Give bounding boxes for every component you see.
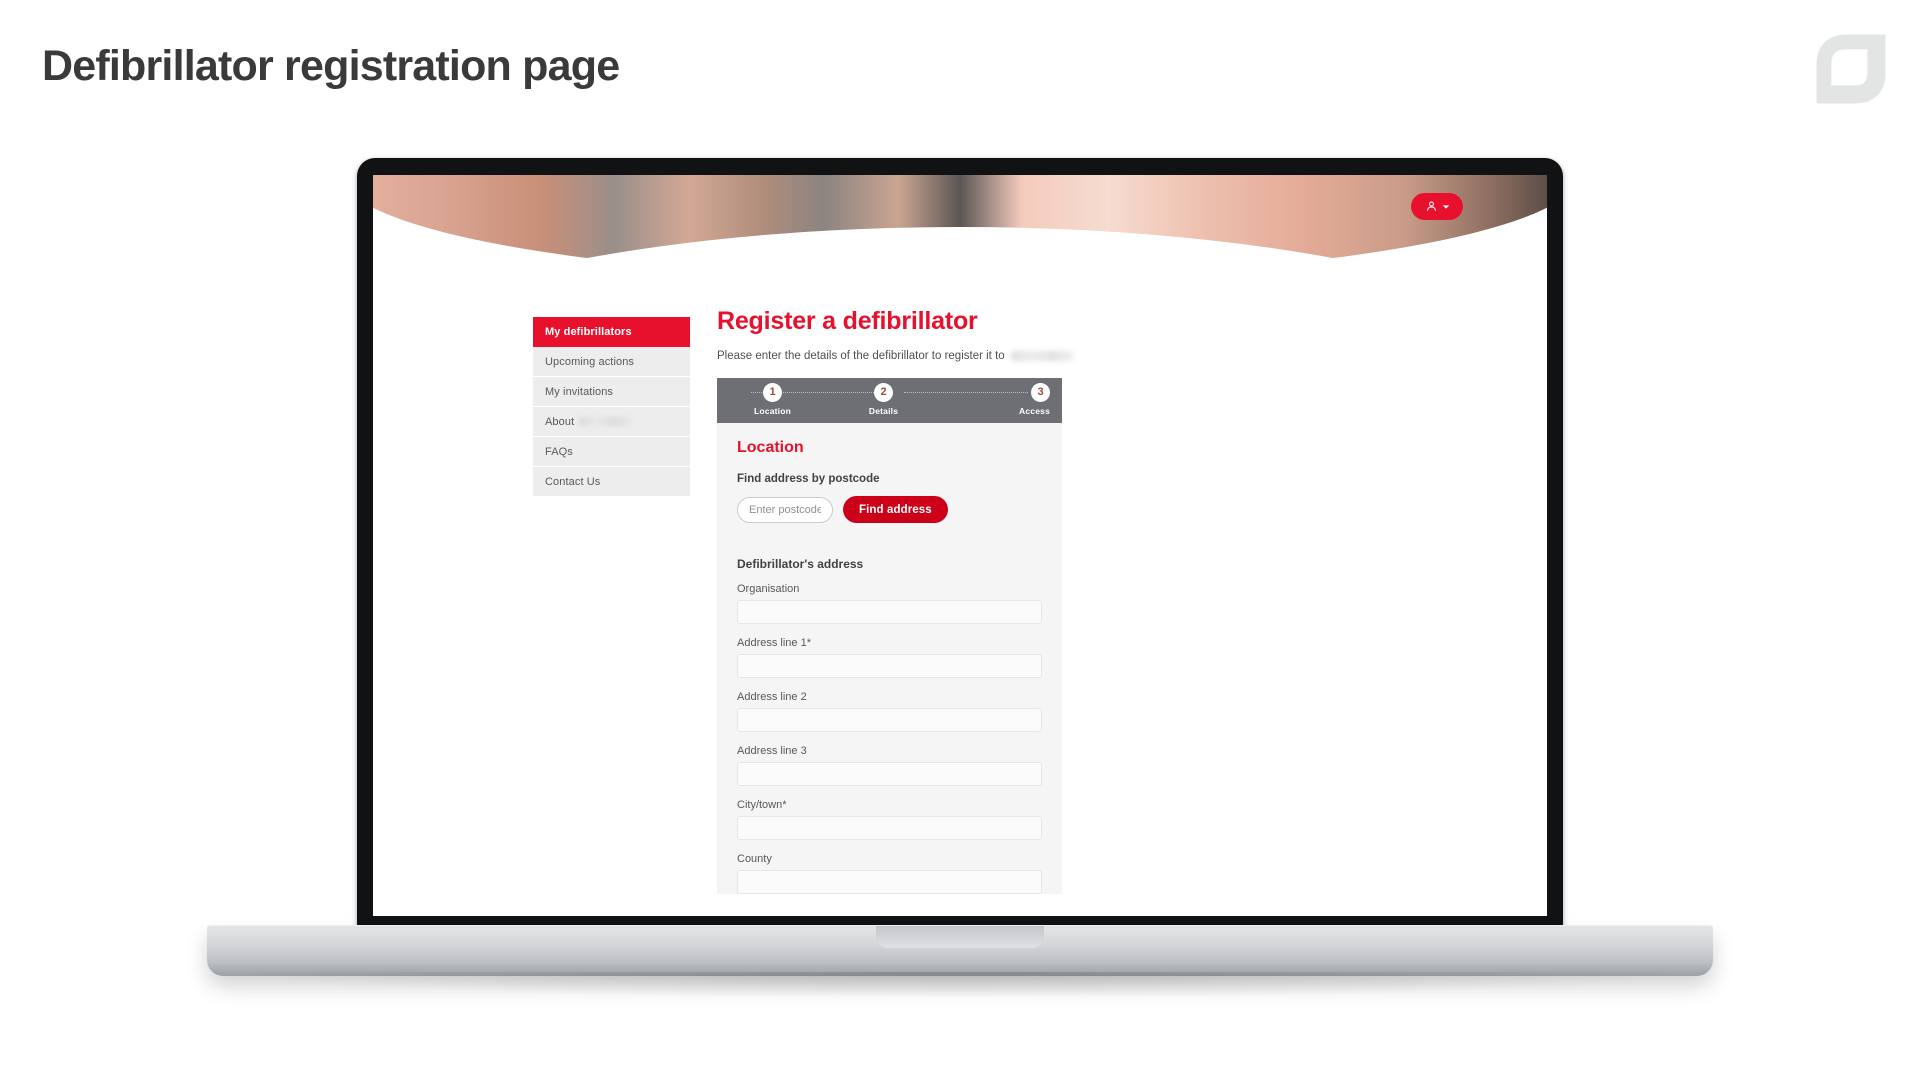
laptop-mockup: My defibrillators Upcoming actions My in… bbox=[0, 0, 1920, 1080]
browser-viewport: My defibrillators Upcoming actions My in… bbox=[373, 175, 1547, 916]
field-address-line-3: Address line 3 bbox=[737, 745, 1042, 786]
organisation-input[interactable] bbox=[737, 600, 1042, 624]
step-label: Location bbox=[753, 406, 791, 416]
postcode-lookup-heading: Find address by postcode bbox=[737, 473, 880, 485]
sidebar-item-label: Upcoming actions bbox=[545, 355, 635, 368]
field-label: Organisation bbox=[737, 583, 800, 595]
hero-banner-image bbox=[373, 175, 1547, 279]
postcode-lookup-row: Find address bbox=[737, 496, 1042, 523]
step-number: 2 bbox=[874, 383, 893, 402]
field-city-town: City/town* bbox=[737, 799, 1042, 840]
sidebar-item-label: FAQs bbox=[545, 445, 573, 458]
field-label: Address line 3 bbox=[737, 745, 807, 757]
sidebar-item-about[interactable]: About bbox=[533, 407, 690, 437]
city-town-input[interactable] bbox=[737, 816, 1042, 840]
sidebar-item-my-invitations[interactable]: My invitations bbox=[533, 377, 690, 407]
postcode-input[interactable] bbox=[737, 496, 833, 523]
redacted-text-blur bbox=[579, 417, 632, 426]
leaf-logo-icon bbox=[1810, 28, 1892, 110]
register-heading: Register a defibrillator bbox=[717, 307, 978, 335]
sidebar-item-label: About bbox=[545, 415, 575, 428]
field-label: Address line 2 bbox=[737, 691, 807, 703]
step-label: Details bbox=[868, 406, 899, 416]
sidebar-item-faqs[interactable]: FAQs bbox=[533, 437, 690, 467]
card-body: Location Find address by postcode Find a… bbox=[717, 423, 1062, 894]
field-address-line-1: Address line 1* bbox=[737, 637, 1042, 678]
progress-stepper: 1 Location 2 Details 3 Access bbox=[717, 378, 1062, 423]
account-menu-button[interactable] bbox=[1411, 193, 1463, 220]
laptop-display: My defibrillators Upcoming actions My in… bbox=[373, 175, 1547, 916]
stepper-step-access[interactable]: 3 Access bbox=[939, 378, 1062, 416]
field-county: County bbox=[737, 853, 1042, 894]
page-content: My defibrillators Upcoming actions My in… bbox=[373, 279, 1547, 916]
field-label: Address line 1* bbox=[737, 637, 811, 649]
sidebar-item-contact-us[interactable]: Contact Us bbox=[533, 467, 690, 497]
person-icon bbox=[1425, 200, 1438, 213]
field-organisation: Organisation bbox=[737, 583, 1042, 624]
sidebar-item-label: My invitations bbox=[545, 385, 614, 398]
location-section-title: Location bbox=[737, 439, 804, 456]
step-label: Access bbox=[1019, 406, 1050, 416]
stepper-step-location[interactable]: 1 Location bbox=[717, 378, 828, 416]
sidebar-nav: My defibrillators Upcoming actions My in… bbox=[533, 317, 690, 497]
field-address-line-2: Address line 2 bbox=[737, 691, 1042, 732]
registration-card: 1 Location 2 Details 3 Access Location F… bbox=[717, 378, 1062, 894]
laptop-shadow bbox=[248, 972, 1672, 998]
page-title: Defibrillator registration page bbox=[42, 42, 620, 90]
sidebar-item-label: Contact Us bbox=[545, 475, 601, 488]
address-line-3-input[interactable] bbox=[737, 762, 1042, 786]
field-label: City/town* bbox=[737, 799, 787, 811]
step-number: 1 bbox=[763, 383, 782, 402]
county-input[interactable] bbox=[737, 870, 1042, 894]
address-line-2-input[interactable] bbox=[737, 708, 1042, 732]
sidebar-item-my-defibrillators[interactable]: My defibrillators bbox=[533, 317, 690, 347]
slide-stage: Defibrillator registration page My defib… bbox=[0, 0, 1920, 1080]
step-number: 3 bbox=[1031, 383, 1050, 402]
laptop-screen-bezel: My defibrillators Upcoming actions My in… bbox=[357, 158, 1563, 930]
register-subtitle: Please enter the details of the defibril… bbox=[717, 350, 1137, 362]
main-content: Register a defibrillator Please enter th… bbox=[717, 307, 1137, 907]
field-label: County bbox=[737, 853, 772, 865]
chevron-down-icon bbox=[1442, 203, 1450, 211]
sidebar-item-label: My defibrillators bbox=[545, 326, 632, 338]
find-address-button[interactable]: Find address bbox=[843, 496, 948, 523]
address-section-title: Defibrillator's address bbox=[737, 557, 864, 571]
stepper-step-details[interactable]: 2 Details bbox=[828, 378, 939, 416]
redacted-text-blur bbox=[1010, 351, 1073, 361]
register-subtitle-text: Please enter the details of the defibril… bbox=[717, 350, 1005, 362]
sidebar-item-upcoming-actions[interactable]: Upcoming actions bbox=[533, 347, 690, 377]
address-line-1-input[interactable] bbox=[737, 654, 1042, 678]
laptop-base bbox=[207, 928, 1713, 976]
